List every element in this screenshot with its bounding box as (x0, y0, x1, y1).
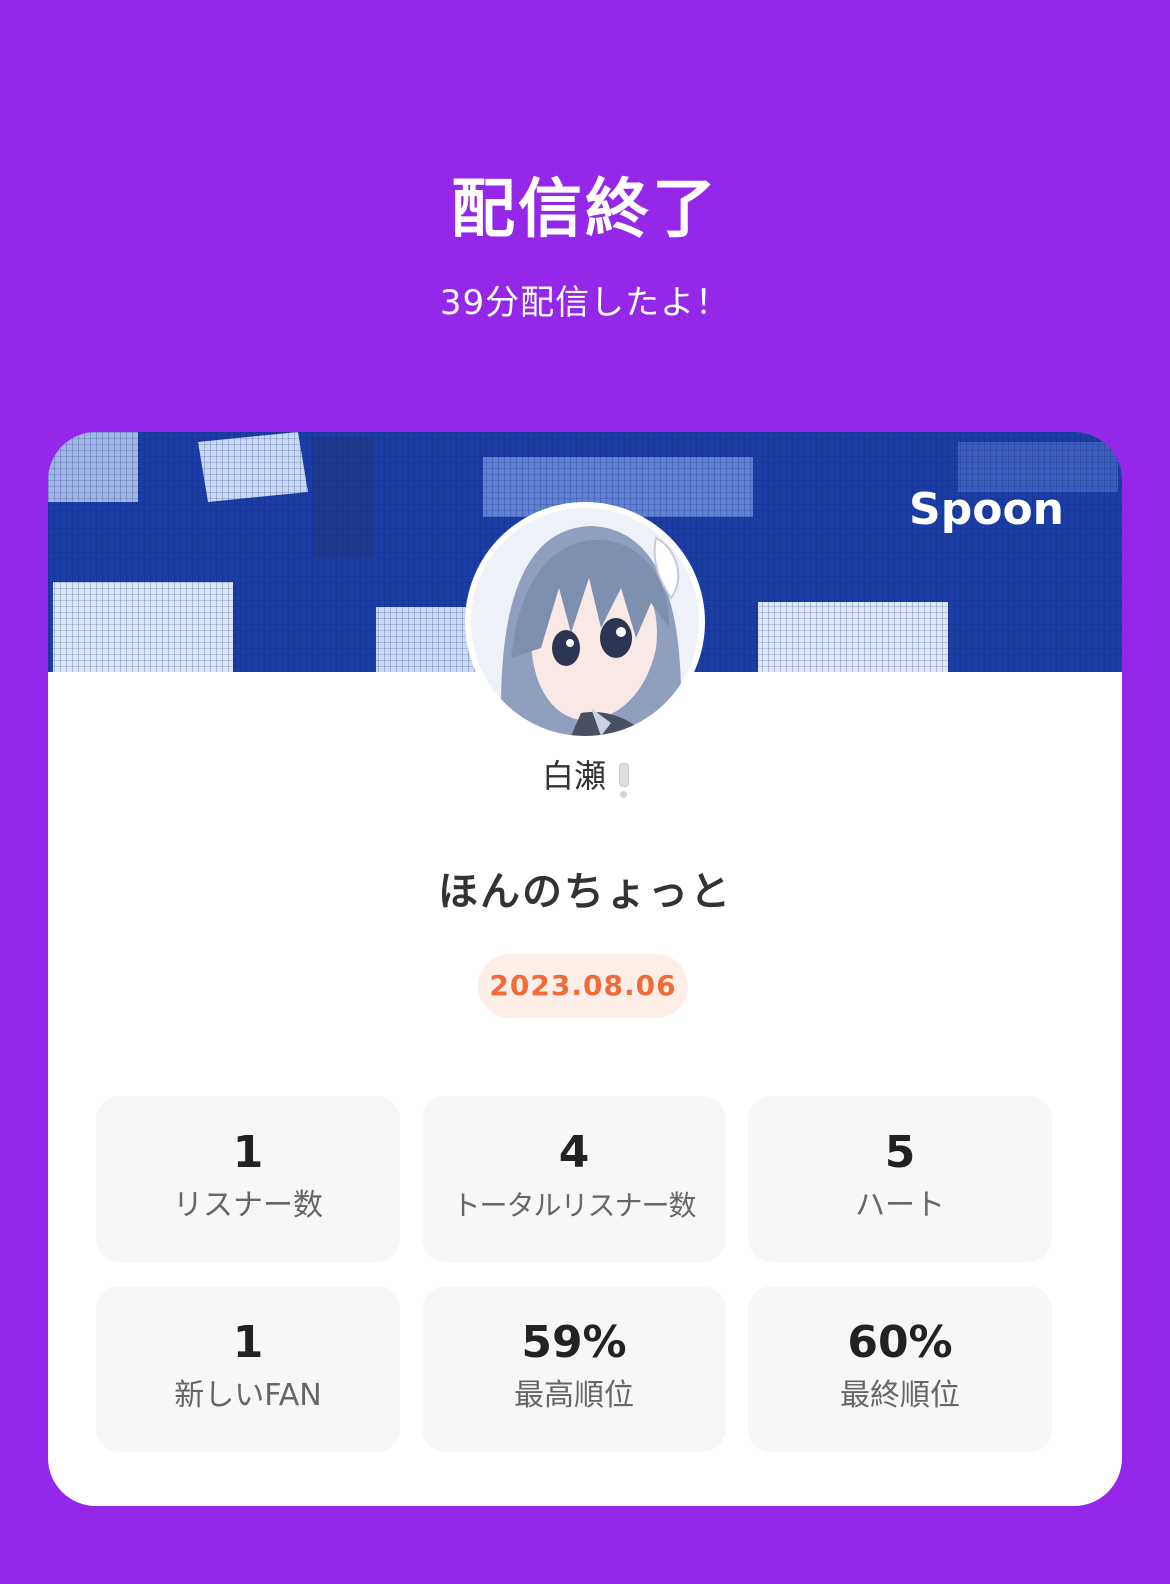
stat-value: 4 (558, 1127, 590, 1178)
stat-value: 1 (232, 1317, 264, 1368)
stat-value: 5 (884, 1127, 916, 1178)
broadcast-summary-card: Spoon 白瀬 ほんのちょっと 2023.08.06 1 リスナー数 4 トー… (48, 432, 1122, 1506)
stat-label: リスナー数 (173, 1188, 323, 1223)
page-title: 配信終了 (451, 173, 719, 247)
stat-tile-listeners: 1 リスナー数 (96, 1096, 400, 1262)
stat-label: 最高順位 (514, 1378, 634, 1413)
stat-value: 60% (847, 1317, 953, 1368)
stat-value: 1 (232, 1127, 264, 1178)
username: 白瀬 (48, 754, 1122, 798)
stat-tile-final-rank: 60% 最終順位 (748, 1286, 1052, 1452)
avatar (465, 502, 705, 742)
stats-grid: 1 リスナー数 4 トータルリスナー数 5 ハート 1 新しいFAN 59% 最… (96, 1096, 1056, 1452)
stat-tile-new-fans: 1 新しいFAN (96, 1286, 400, 1452)
stat-tile-total-listeners: 4 トータルリスナー数 (422, 1096, 726, 1262)
page-subtitle: 39分配信したよ！ (439, 283, 731, 323)
broadcast-title: ほんのちょっと (438, 869, 732, 915)
spoon-logo: Spoon (909, 484, 1064, 535)
username-text: 白瀬 (541, 757, 606, 795)
stat-tile-hearts: 5 ハート (748, 1096, 1052, 1262)
stat-value: 59% (521, 1317, 627, 1368)
stat-label: ハート (855, 1188, 945, 1223)
date-badge: 2023.08.06 (478, 954, 688, 1018)
stat-label: 最終順位 (840, 1378, 960, 1413)
stat-label: トータルリスナー数 (452, 1189, 696, 1222)
exclamation-icon (618, 763, 629, 798)
stat-tile-highest-rank: 59% 最高順位 (422, 1286, 726, 1452)
avatar-image (471, 508, 699, 736)
stat-label: 新しいFAN (174, 1378, 322, 1413)
